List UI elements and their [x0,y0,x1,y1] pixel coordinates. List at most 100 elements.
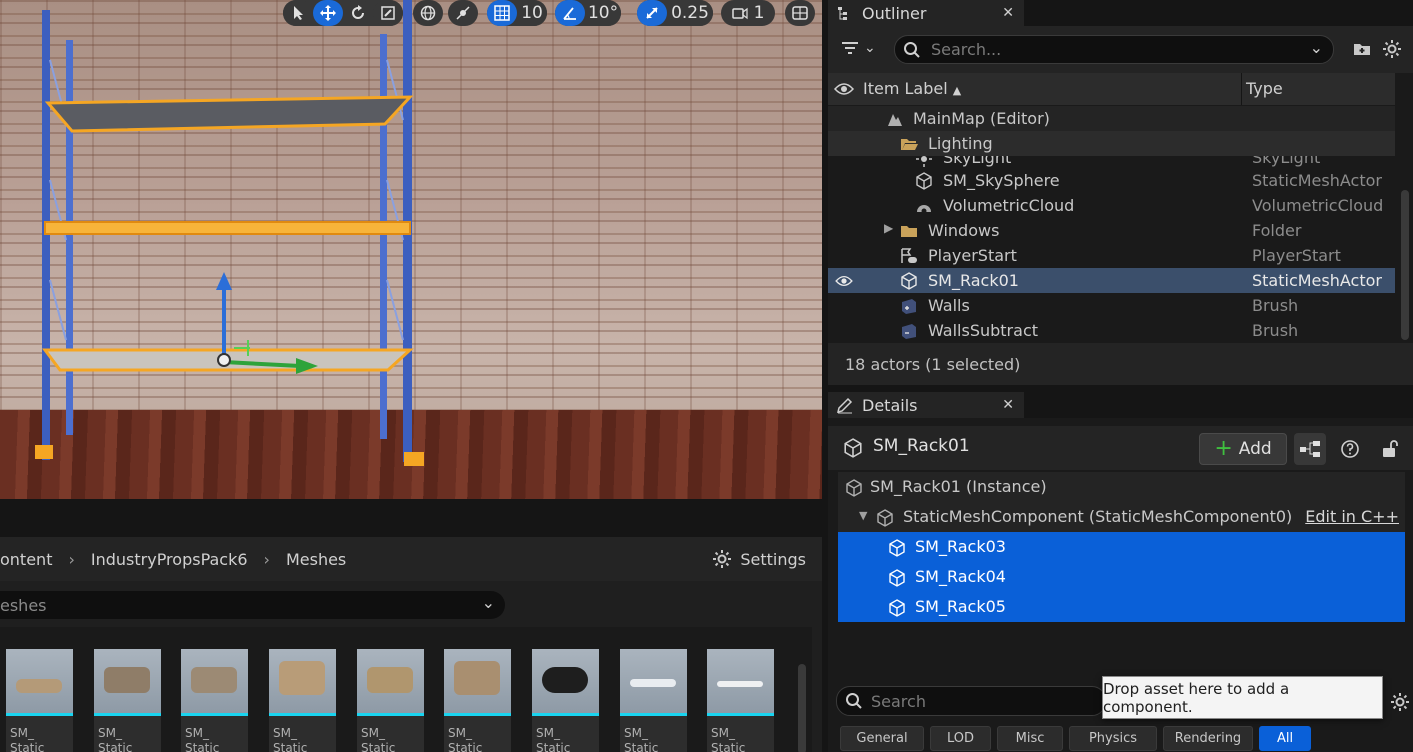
asset-name: SM_Static Mesh [620,716,687,752]
row-label: MainMap (Editor) [913,109,1050,128]
gear-icon[interactable] [1390,692,1410,712]
column-divider[interactable] [1241,73,1242,105]
asset-name-line1: SM_ [185,726,209,740]
select-mode-button[interactable] [283,0,313,26]
brush-icon [902,299,916,314]
category-all[interactable]: All [1259,726,1311,751]
category-physics[interactable]: Physics [1069,726,1157,751]
asset-type-line: Static Mesh [273,741,308,752]
chevron-down-icon[interactable]: ⌄ [1310,38,1323,57]
blueprint-button[interactable] [1294,433,1326,465]
category-rendering[interactable]: Rendering [1163,726,1253,751]
chevron-right-icon: › [263,549,270,569]
row-label: VolumetricCloud [943,196,1075,215]
outliner-row-lighting[interactable]: Lighting [828,131,1395,156]
scale-snap-toggle[interactable] [637,0,667,26]
expand-arrow-icon[interactable]: ▶ [884,221,893,235]
breadcrumb-item-industrypropspack6[interactable]: IndustryPropsPack6 [91,550,248,569]
asset-tile[interactable]: SM_Static Mesh [532,649,599,752]
asset-tile[interactable]: SM_Static Mesh [707,649,774,752]
outliner-row-wallssubtract[interactable]: WallsSubtract Brush [828,318,1395,343]
asset-tile[interactable]: SM_Static Mesh [181,649,248,752]
category-lod[interactable]: LOD [930,726,991,751]
level-viewport[interactable]: 10 10° 0.25 1 [0,0,822,499]
eye-icon[interactable] [834,81,854,97]
eye-icon[interactable] [834,274,854,288]
tab-title: Outliner [862,3,927,23]
close-icon[interactable]: ✕ [1002,397,1014,413]
close-icon[interactable]: ✕ [1002,5,1014,21]
outliner-row-sm-rack01[interactable]: SM_Rack01 StaticMeshActor [828,268,1395,293]
rotate-icon [352,5,364,19]
grid-snap-toggle[interactable] [487,0,517,26]
outliner-row-skylight[interactable]: SkyLight SkyLight [828,156,1395,168]
scale-mode-button[interactable] [373,0,403,26]
asset-tile[interactable]: SM_Static Mesh [620,649,687,752]
rotation-snap-toggle[interactable] [555,0,585,26]
unlock-icon [1383,440,1398,457]
rotate-mode-button[interactable] [343,0,373,26]
surface-snap-button[interactable] [448,0,478,26]
angle-icon [563,7,576,20]
camera-speed-button[interactable]: 1 [721,0,775,26]
viewport-layout-button[interactable] [785,0,815,26]
category-misc[interactable]: Misc [997,726,1063,751]
static-mesh-icon [844,438,862,458]
static-mesh-icon [889,539,905,557]
lock-button[interactable] [1374,433,1406,465]
component-label: SM_Rack03 [915,537,1006,556]
outliner-row-mainmap[interactable]: MainMap (Editor) [828,106,1395,131]
plus-icon: + [1214,436,1233,461]
asset-tile[interactable]: SM_Static Mesh [357,649,424,752]
grid-snap-value[interactable]: 10 [517,0,547,26]
path-filter-combo[interactable]: eshes ⌄ [0,591,505,619]
row-type: StaticMeshActor [1252,171,1382,190]
asset-tile[interactable]: SM_Static Mesh [444,649,511,752]
details-search-input[interactable]: Search [836,686,1106,716]
tab-outliner[interactable]: Outliner ✕ [828,0,1024,26]
breadcrumb-item-meshes[interactable]: Meshes [286,550,346,569]
static-mesh-icon [877,509,893,527]
help-icon [1341,440,1359,458]
rack-mesh[interactable] [0,0,822,499]
asset-tile[interactable]: SM_Static Mesh [94,649,161,752]
row-label: Walls [928,296,970,315]
outliner-row-sm-skysphere[interactable]: SM_SkySphere StaticMeshActor [828,168,1395,193]
component-row-sm-rack05[interactable]: SM_Rack05 [838,592,1405,622]
filter-button[interactable]: ⌄ [840,38,876,58]
chevron-down-icon: ⌄ [864,40,876,56]
column-type[interactable]: Type [1246,79,1283,98]
add-component-button[interactable]: + Add [1199,433,1287,465]
component-row-sm-rack03[interactable]: SM_Rack03 [838,532,1405,562]
world-space-toggle[interactable] [413,0,443,26]
outliner-icon [838,7,847,20]
add-folder-icon[interactable] [1352,39,1372,59]
actor-name[interactable]: SM_Rack01 [873,436,970,456]
outliner-row-walls[interactable]: Walls Brush [828,293,1395,318]
scale-snap-value[interactable]: 0.25 [667,0,713,26]
asset-scrollbar[interactable] [798,664,806,752]
category-general[interactable]: General [840,726,924,751]
translate-mode-button[interactable] [313,0,343,26]
gear-icon[interactable] [1382,39,1402,59]
tab-details[interactable]: Details ✕ [828,392,1024,418]
component-row-staticmeshcomponent[interactable]: ▼ StaticMeshComponent (StaticMeshCompone… [838,502,1405,532]
outliner-search-input[interactable]: Search... ⌄ [894,35,1334,64]
rotation-snap-value[interactable]: 10° [585,0,621,26]
column-item-label[interactable]: Item Label ▲ [863,79,961,98]
component-row-sm-rack04[interactable]: SM_Rack04 [838,562,1405,592]
content-settings-button[interactable]: Settings [712,549,806,569]
static-mesh-icon [916,172,932,190]
edit-in-cpp-link[interactable]: Edit in C++ [1305,507,1399,526]
component-row-instance[interactable]: SM_Rack01 (Instance) [838,472,1405,502]
collapse-arrow-icon[interactable]: ▼ [859,509,867,522]
outliner-row-playerstart[interactable]: PlayerStart PlayerStart [828,243,1395,268]
asset-type-line: Static Mesh [711,741,746,752]
outliner-row-windows[interactable]: ▶ Windows Folder [828,218,1395,243]
outliner-scrollbar[interactable] [1401,190,1409,340]
outliner-row-volumetriccloud[interactable]: VolumetricCloud VolumetricCloud [828,193,1395,218]
asset-tile[interactable]: SM_Static Mesh [6,649,73,752]
breadcrumb-item-content[interactable]: ontent [0,550,52,569]
help-button[interactable] [1334,433,1366,465]
asset-tile[interactable]: SM_Static Mesh [269,649,336,752]
